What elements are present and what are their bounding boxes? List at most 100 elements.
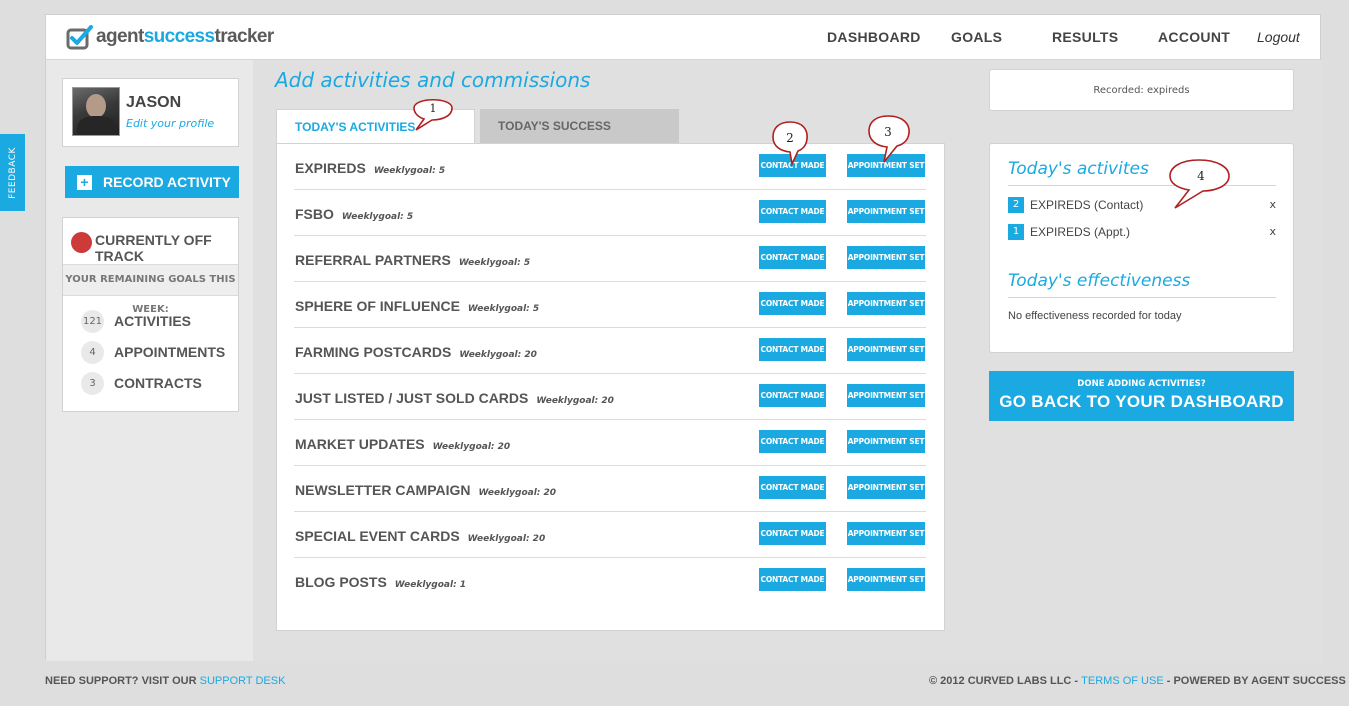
footer-support: NEED SUPPORT? VISIT OUR SUPPORT DESK	[45, 675, 285, 687]
activity-row-special-event-cards: SPECIAL EVENT CARDS Weeklygoal: 20 CONTAC…	[294, 512, 926, 558]
callout-number: 3	[884, 125, 892, 139]
checkmark-logo-icon	[66, 25, 93, 50]
todays-activities-title: Today's activites	[1008, 159, 1149, 179]
logo-text-plain: agent	[96, 26, 144, 47]
recorded-activity-label: EXPIREDS (Contact)	[1030, 198, 1144, 212]
goal-label: APPOINTMENTS	[114, 344, 226, 360]
divider	[1008, 297, 1276, 298]
appointment-set-button[interactable]: APPOINTMENT SET	[847, 476, 925, 499]
support-desk-link[interactable]: SUPPORT DESK	[200, 675, 286, 687]
track-status-card: CURRENTLY OFF TRACK YOUR REMAINING GOALS…	[62, 217, 239, 412]
remove-activity-button[interactable]: x	[1269, 225, 1276, 238]
footer-copyright: © 2012 CURVED LABS LLC - TERMS OF USE - …	[929, 675, 1349, 687]
weekly-goal: Weeklygoal: 20	[467, 534, 546, 544]
recorded-activity-item: 1 EXPIREDS (Appt.) x	[1008, 224, 1276, 242]
edit-profile-link[interactable]: Edit your profile	[126, 117, 214, 130]
activity-name: BLOG POSTS	[295, 574, 387, 590]
no-effectiveness-text: No effectiveness recorded for today	[1008, 310, 1182, 322]
weekly-goal: Weeklygoal: 1	[394, 580, 467, 590]
back-to-dashboard-button[interactable]: DONE ADDING ACTIVITIES? GO BACK TO YOUR …	[989, 371, 1294, 421]
contact-made-button[interactable]: CONTACT MADE	[759, 430, 826, 453]
profile-name: JASON	[126, 94, 182, 111]
weekly-goal: Weeklygoal: 5	[341, 212, 414, 222]
activity-name: SPECIAL EVENT CARDS	[295, 528, 460, 544]
recorded-activity-label: EXPIREDS (Appt.)	[1030, 225, 1131, 239]
nav-goals[interactable]: GOALS	[951, 15, 1002, 60]
activity-name: FSBO	[295, 206, 334, 222]
contact-made-button[interactable]: CONTACT MADE	[759, 200, 826, 223]
contact-made-button[interactable]: CONTACT MADE	[759, 246, 826, 269]
callout-number: 1	[430, 102, 437, 115]
appointment-set-button[interactable]: APPOINTMENT SET	[847, 384, 925, 407]
activity-row-fsbo: FSBO Weeklygoal: 5 CONTACT MADE APPOINTME…	[294, 190, 926, 236]
logout-link[interactable]: Logout	[1257, 15, 1300, 60]
activity-name: SPHERE OF INFLUENCE	[295, 298, 460, 314]
recorded-notice: Recorded: expireds	[989, 69, 1294, 111]
appointment-set-button[interactable]: APPOINTMENT SET	[847, 338, 925, 361]
weekly-goal: Weeklygoal: 20	[459, 350, 537, 360]
activity-name: MARKET UPDATES	[295, 436, 425, 452]
contact-made-button[interactable]: CONTACT MADE	[759, 292, 826, 315]
callout-4: 4	[1165, 158, 1235, 216]
contact-made-button[interactable]: CONTACT MADE	[759, 384, 826, 407]
powered-by-text: - POWERED BY AGENT SUCCESS TRACKER	[1166, 675, 1349, 687]
appointment-set-button[interactable]: APPOINTMENT SET	[847, 200, 925, 223]
activity-row-newsletter-campaign: NEWSLETTER CAMPAIGN Weeklygoal: 20 CONTAC…	[294, 466, 926, 512]
off-track-status-icon	[71, 232, 92, 253]
contact-made-button[interactable]: CONTACT MADE	[759, 338, 826, 361]
activity-name: EXPIREDS	[295, 160, 366, 176]
appointment-set-button[interactable]: APPOINTMENT SET	[847, 568, 925, 591]
feedback-label: FEEDBACK	[7, 146, 18, 199]
callout-number: 4	[1197, 169, 1205, 183]
avatar[interactable]	[72, 87, 120, 136]
weekly-goal: Weeklygoal: 20	[478, 488, 557, 498]
nav-dashboard[interactable]: DASHBOARD	[827, 15, 921, 60]
support-prefix: NEED SUPPORT? VISIT OUR	[45, 675, 197, 687]
activity-name: JUST LISTED / JUST SOLD CARDS	[295, 390, 529, 406]
appointment-set-button[interactable]: APPOINTMENT SET	[847, 522, 925, 545]
contact-made-button[interactable]: CONTACT MADE	[759, 568, 826, 591]
top-navigation-bar: agentsuccesstracker DASHBOARD GOALS RESU…	[46, 15, 1320, 60]
appointment-set-button[interactable]: APPOINTMENT SET	[847, 430, 925, 453]
left-sidebar: JASON Edit your profile + RECORD ACTIVIT…	[46, 60, 253, 661]
contact-made-button[interactable]: CONTACT MADE	[759, 476, 826, 499]
activity-row-farming-postcards: FARMING POSTCARDS Weeklygoal: 20 CONTACT …	[294, 328, 926, 374]
callout-number: 2	[786, 131, 794, 145]
terms-of-use-link[interactable]: TERMS OF USE	[1081, 675, 1164, 687]
weekly-goal: Weeklygoal: 5	[458, 258, 531, 268]
contact-made-button[interactable]: CONTACT MADE	[759, 522, 826, 545]
copyright-text: © 2012 CURVED LABS LLC -	[929, 675, 1079, 687]
goal-label: ACTIVITIES	[114, 313, 192, 329]
appointment-set-button[interactable]: APPOINTMENT SET	[847, 246, 925, 269]
weekly-goal: Weeklygoal: 5	[373, 166, 446, 176]
nav-account[interactable]: ACCOUNT	[1158, 15, 1230, 60]
remove-activity-button[interactable]: x	[1269, 198, 1276, 211]
activity-row-blog-posts: BLOG POSTS Weeklygoal: 1 CONTACT MADE APP…	[294, 558, 926, 604]
logo-text-end: tracker	[214, 26, 275, 47]
todays-effectiveness-title: Today's effectiveness	[1008, 271, 1191, 291]
go-back-label: GO BACK TO YOUR DASHBOARD	[999, 392, 1284, 411]
callout-2: 2	[770, 120, 810, 170]
activity-row-just-listed-sold-cards: JUST LISTED / JUST SOLD CARDS Weeklygoal:…	[294, 374, 926, 420]
activity-row-referral-partners: REFERRAL PARTNERS Weeklygoal: 5 CONTACT M…	[294, 236, 926, 282]
done-adding-label: DONE ADDING ACTIVITIES?	[1077, 379, 1206, 389]
activity-name: NEWSLETTER CAMPAIGN	[295, 482, 471, 498]
recorded-activity-item: 2 EXPIREDS (Contact) x	[1008, 197, 1276, 215]
feedback-tab[interactable]: FEEDBACK	[0, 134, 25, 211]
record-activity-label: RECORD ACTIVITY	[103, 174, 231, 190]
appointment-set-button[interactable]: APPOINTMENT SET	[847, 292, 925, 315]
weekly-goal: Weeklygoal: 20	[432, 442, 511, 452]
app-logo[interactable]: agentsuccesstracker	[66, 24, 274, 50]
activity-row-expireds: EXPIREDS Weeklygoal: 5 CONTACT MADE APPOI…	[294, 144, 926, 190]
callout-1: 1	[410, 92, 456, 136]
record-activity-button[interactable]: + RECORD ACTIVITY	[65, 166, 239, 198]
weekly-goal: Weeklygoal: 5	[467, 304, 540, 314]
divider	[1008, 185, 1276, 186]
logo-text-highlight: success	[143, 26, 215, 47]
nav-results[interactable]: RESULTS	[1052, 15, 1118, 60]
app-window: agentsuccesstracker DASHBOARD GOALS RESU…	[45, 14, 1322, 661]
tab-todays-success[interactable]: TODAY'S SUCCESS	[480, 109, 679, 143]
activity-name: REFERRAL PARTNERS	[295, 252, 451, 268]
plus-icon: +	[77, 175, 92, 190]
goal-count: 121	[81, 310, 104, 333]
